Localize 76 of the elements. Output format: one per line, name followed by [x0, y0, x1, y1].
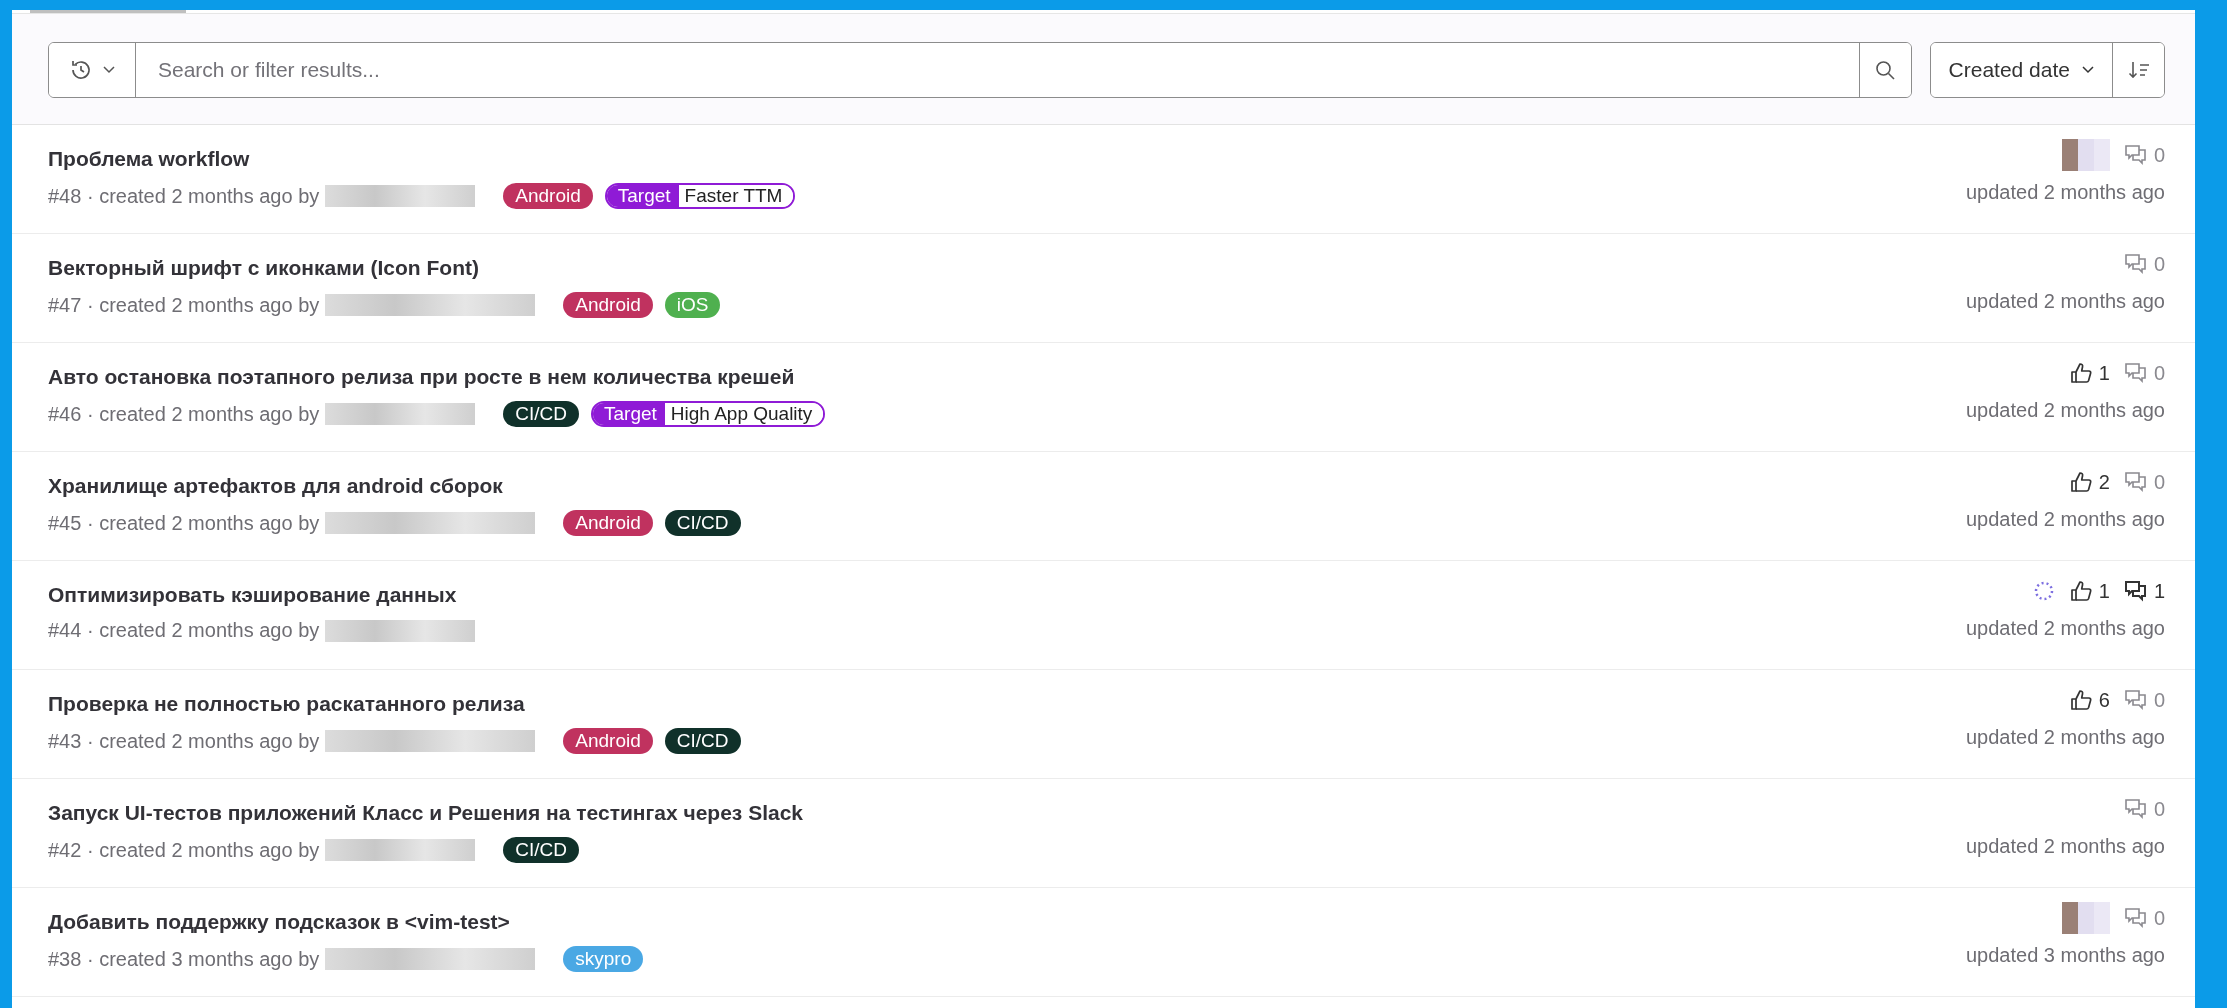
- comment-count: 0: [2123, 252, 2165, 276]
- issue-row[interactable]: Запуск UI-тестов приложений Класс и Решения на тестингах через Slack #42 · created 2 months ago by CI/CD 0 updated 2 months ago: [12, 779, 2195, 888]
- avatar-placeholder[interactable]: [2061, 902, 2110, 934]
- updated-time: updated 2 months ago: [1965, 835, 2165, 858]
- avatar-placeholder[interactable]: [2061, 139, 2110, 171]
- comment-count: 0: [2123, 797, 2165, 821]
- issue-row[interactable]: Проверка не полностью раскатанного релиза #43 · created 2 months ago by Android CI/CD 6 0 updated 2 months ago: [12, 670, 2195, 779]
- upvote-count: 1: [2068, 361, 2110, 385]
- scoped-label-tag[interactable]: Target Faster TTM: [604, 183, 796, 209]
- thumbs-up-icon: [2068, 361, 2093, 385]
- thumbs-up-icon: [2068, 688, 2093, 712]
- chevron-down-icon: [2082, 66, 2094, 74]
- issue-row[interactable]: Авто остановка поэтапного релиза при росте в нем количества крешей #46 · created 2 months ago by CI/CD Target High App Quality 1 0 updated 2 months ago: [12, 343, 2195, 452]
- comment-count: 0: [2123, 361, 2165, 385]
- issue-row[interactable]: Оптимизировать кэширование данных #44 · created 2 months ago by 1 1 updated 2 months ago: [12, 561, 2195, 670]
- updated-time: updated 3 months ago: [1965, 944, 2165, 967]
- comment-icon: [2123, 798, 2148, 820]
- comment-icon: [2123, 471, 2148, 493]
- label-tag[interactable]: CI/CD: [664, 728, 741, 754]
- comment-icon: [2123, 144, 2148, 166]
- search-icon: [1875, 60, 1896, 80]
- comment-icon: [2123, 907, 2148, 929]
- issue-meta: #48 · created 2 months ago by: [48, 184, 320, 208]
- label-tag[interactable]: Android: [563, 292, 653, 318]
- label-tag[interactable]: Android: [563, 510, 653, 536]
- updated-time: updated 2 months ago: [1965, 726, 2165, 749]
- issue-row[interactable]: Добавить поддержку подсказок в <vim-test> #38 · created 3 months ago by skypro 0 updated 3 months ago: [12, 888, 2195, 997]
- issue-title[interactable]: Добавить поддержку подсказок в <vim-test>: [48, 910, 650, 934]
- sort-descending-icon: [2127, 60, 2150, 80]
- updated-time: updated 2 months ago: [1965, 617, 2165, 640]
- upvote-count: 6: [2068, 688, 2110, 712]
- comment-icon: [2123, 580, 2148, 602]
- label-tag[interactable]: Android: [563, 728, 653, 754]
- recent-searches-button[interactable]: [49, 43, 136, 97]
- issue-title[interactable]: Запуск UI-тестов приложений Класс и Решения на тестингах через Slack: [48, 801, 803, 825]
- scoped-label-tag[interactable]: Target High App Quality: [591, 401, 826, 427]
- issue-meta: #46 · created 2 months ago by: [48, 402, 320, 426]
- issue-row[interactable]: Проблема workflow #48 · created 2 months ago by Android Target Faster TTM 0 updated 2 months ago: [12, 125, 2195, 234]
- thumbs-up-icon: [2068, 470, 2093, 494]
- issue-title[interactable]: Проблема workflow: [48, 147, 802, 171]
- issue-meta: #38 · created 3 months ago by: [48, 947, 320, 971]
- comment-icon: [2123, 689, 2148, 711]
- issue-row[interactable]: Хранилище артефактов для android сборок #45 · created 2 months ago by Android CI/CD 2 0 updated 2 months ago: [12, 452, 2195, 561]
- comment-count: 0: [2123, 688, 2165, 712]
- issue-title[interactable]: Авто остановка поэтапного релиза при росте в нем количества крешей: [48, 365, 832, 389]
- upvote-count: 2: [2068, 470, 2110, 494]
- updated-time: updated 2 months ago: [1965, 290, 2165, 313]
- updated-time: updated 2 months ago: [1965, 508, 2165, 531]
- label-tag[interactable]: CI/CD: [503, 837, 580, 863]
- issue-title[interactable]: Оптимизировать кэширование данных: [48, 583, 498, 607]
- issue-title[interactable]: Векторный шрифт с иконками (Icon Font): [48, 256, 727, 280]
- issue-meta: #42 · created 2 months ago by: [48, 838, 320, 862]
- updated-time: updated 2 months ago: [1965, 181, 2165, 204]
- comment-icon: [2123, 253, 2148, 275]
- chevron-down-icon: [103, 66, 115, 74]
- history-icon: [69, 58, 93, 82]
- label-tag[interactable]: Android: [503, 183, 593, 209]
- issue-meta: #43 · created 2 months ago by: [48, 729, 320, 753]
- label-tag[interactable]: CI/CD: [503, 401, 580, 427]
- issue-meta: #45 · created 2 months ago by: [48, 511, 320, 535]
- issue-meta: #44 · created 2 months ago by: [48, 619, 320, 642]
- comment-icon: [2123, 362, 2148, 384]
- label-tag[interactable]: CI/CD: [664, 510, 741, 536]
- upvote-count: 1: [2068, 579, 2110, 603]
- comment-count: 1: [2123, 579, 2165, 603]
- search-button[interactable]: [1858, 43, 1911, 97]
- issue-title[interactable]: Хранилище артефактов для android сборок: [48, 474, 747, 498]
- updated-time: updated 2 months ago: [1965, 399, 2165, 422]
- comment-count: 0: [2123, 470, 2165, 494]
- issue-meta: #47 · created 2 months ago by: [48, 293, 320, 317]
- comment-count: 0: [2123, 906, 2165, 930]
- comment-count: 0: [2123, 143, 2165, 167]
- issue-title[interactable]: Проверка не полностью раскатанного релиза: [48, 692, 747, 716]
- sort-direction-button[interactable]: [2112, 43, 2164, 97]
- thumbs-up-icon: [2068, 579, 2093, 603]
- issue-row[interactable]: Векторный шрифт с иконками (Icon Font) #47 · created 2 months ago by Android iOS 0 updated 2 months ago: [12, 234, 2195, 343]
